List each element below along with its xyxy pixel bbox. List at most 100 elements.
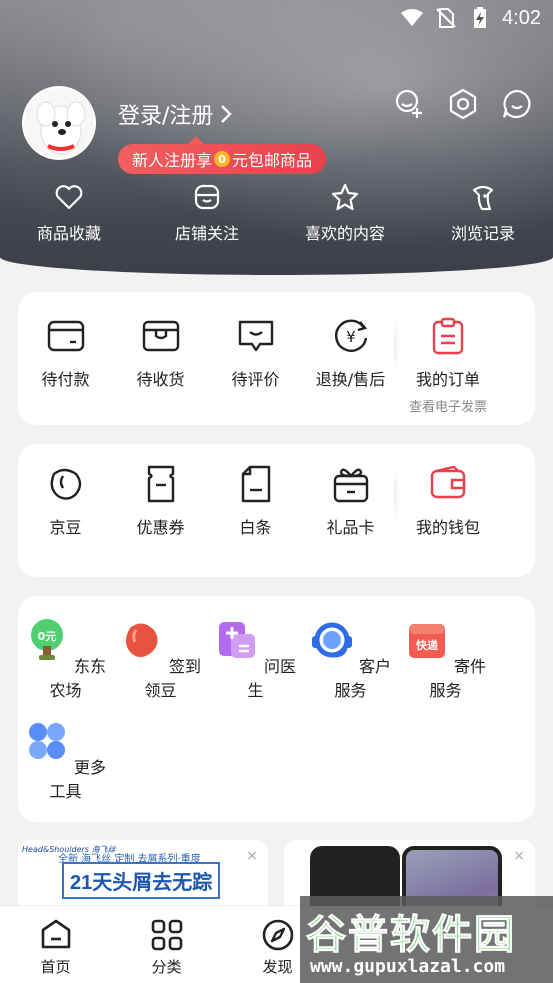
e-invoice-link[interactable]: 查看电子发票: [398, 396, 498, 415]
my-wallet-label: 我的钱包: [415, 518, 480, 537]
home-icon: [41, 919, 70, 949]
tool-customer-service[interactable]: 客户服务: [303, 618, 398, 701]
tool-label: 更多工具: [49, 758, 107, 801]
tab-label: 发现: [262, 958, 293, 976]
watermark-overlay: 谷普软件园 www.gupuxlazal.com: [300, 896, 553, 983]
footprint-icon: [472, 185, 494, 211]
quick-link-shops[interactable]: 店铺关注: [138, 182, 276, 244]
tool-label: 问医生: [247, 657, 297, 700]
bean-icon: [50, 468, 81, 500]
quick-links: 商品收藏 店铺关注 喜欢的内容 浏览记录: [0, 182, 553, 244]
quick-link-history[interactable]: 浏览记录: [414, 182, 552, 244]
gift-card-icon: [333, 468, 368, 503]
order-label: 待付款: [41, 370, 90, 389]
tool-label: 寄件服务: [429, 657, 487, 700]
ad-close-icon[interactable]: ×: [513, 848, 525, 864]
my-orders[interactable]: 我的订单 查看电子发票: [394, 316, 498, 415]
quick-link-label: 浏览记录: [450, 224, 515, 243]
promo-suffix: 元包邮商品: [232, 151, 313, 170]
tool-more[interactable]: 更多工具: [18, 719, 113, 802]
my-wallet[interactable]: 我的钱包: [394, 464, 498, 538]
asset-baitiao[interactable]: 白条: [208, 464, 303, 538]
asset-jingdou[interactable]: 京豆: [18, 464, 113, 538]
my-orders-label: 我的订单: [415, 370, 480, 389]
promo-coin: 0: [214, 151, 231, 167]
category-icon: [151, 919, 182, 951]
order-refund-aftersale[interactable]: ¥ 退换/售后: [303, 316, 398, 415]
tool-label: 客户服务: [334, 657, 392, 700]
watermark-url: www.gupuxlazal.com: [310, 956, 506, 977]
tree-icon: 0元: [30, 619, 63, 660]
compass-icon: [262, 919, 293, 951]
order-label: 待收货: [136, 370, 185, 389]
promo-prefix: 新人注册享: [132, 151, 213, 170]
asset-coupons[interactable]: 优惠券: [113, 464, 208, 538]
ad-headline: 21天头屑去无踪: [62, 862, 221, 899]
parcel-icon: 快递: [408, 624, 445, 658]
order-pending-payment[interactable]: 待付款: [18, 316, 113, 415]
battery-charging-icon: [474, 7, 487, 28]
wallet-red-icon: [430, 465, 466, 499]
quick-link-favorites[interactable]: 商品收藏: [0, 182, 138, 244]
avatar[interactable]: [22, 86, 96, 160]
assets-card: 京豆 优惠券 白条 礼品卡 我的钱包: [18, 444, 535, 577]
wallet-icon: [47, 320, 84, 352]
ad-close-icon[interactable]: ×: [246, 848, 258, 864]
quick-link-liked-content[interactable]: 喜欢的内容: [276, 182, 414, 244]
more-tools-icon: [28, 723, 65, 759]
box-icon: [142, 320, 179, 352]
asset-label: 优惠券: [136, 518, 185, 537]
quick-link-label: 喜欢的内容: [304, 224, 385, 243]
orders-card: 待付款 待收货 待评价 ¥ 退换/售后 我的订单 查看电子发票: [18, 292, 535, 425]
express-badge: 快递: [415, 638, 438, 652]
login-label: 登录/注册: [118, 104, 214, 129]
asset-label: 礼品卡: [326, 518, 375, 537]
tab-category[interactable]: 分类: [111, 906, 222, 983]
order-pending-receipt[interactable]: 待收货: [113, 316, 208, 415]
tool-label: 东东农场: [49, 657, 107, 700]
chevron-right-icon: [221, 105, 233, 123]
medical-icon: [218, 622, 255, 658]
coupon-icon: [147, 465, 174, 503]
refund-icon: ¥: [334, 319, 367, 352]
status-time: 4:02: [502, 6, 541, 29]
tab-home[interactable]: 首页: [0, 906, 111, 983]
settings-icon[interactable]: [447, 88, 479, 120]
tool-doctor[interactable]: 问医生: [208, 618, 303, 701]
svg-text:¥: ¥: [346, 328, 356, 346]
farm-badge: 0元: [38, 630, 57, 643]
message-icon[interactable]: [501, 88, 533, 120]
comment-icon: [238, 320, 273, 352]
wifi-icon: [401, 9, 424, 26]
shop-icon: [194, 184, 220, 210]
new-user-promo-badge[interactable]: 新人注册享 0 元包邮商品: [118, 136, 327, 174]
order-label: 待评价: [231, 370, 280, 389]
quick-link-label: 店铺关注: [174, 224, 239, 243]
asset-label: 京豆: [49, 518, 82, 537]
tab-label: 分类: [151, 958, 182, 976]
heart-icon: [55, 185, 83, 210]
watermark-title: 谷普软件园: [306, 912, 516, 959]
status-bar: 4:02: [400, 6, 541, 30]
asset-label: 白条: [239, 518, 272, 537]
tab-label: 首页: [40, 958, 71, 976]
mascot-avatar-icon: [24, 88, 94, 158]
tool-express[interactable]: 快递 寄件服务: [398, 618, 493, 701]
header-actions: [393, 88, 533, 120]
ious-icon: [241, 465, 270, 503]
tool-farm[interactable]: 0元 东东农场: [18, 618, 113, 701]
profile-header: 4:02 登录/注册 新人注册享 0 元包邮商品 商品收藏 店铺关注 喜欢的内容…: [0, 0, 553, 275]
quick-link-label: 商品收藏: [36, 224, 101, 243]
tool-checkin[interactable]: 签到领豆: [113, 618, 208, 701]
order-pending-review[interactable]: 待评价: [208, 316, 303, 415]
add-friend-icon[interactable]: [393, 88, 425, 120]
star-icon: [331, 183, 359, 211]
tools-card: 0元 东东农场 签到领豆 问医生 客户服务 快递 寄件服务 更多工具: [18, 596, 535, 822]
clipboard-icon: [432, 317, 464, 355]
login-register-link[interactable]: 登录/注册: [118, 98, 233, 130]
headset-icon: [311, 622, 352, 658]
no-sim-icon: [436, 8, 456, 28]
order-label: 退换/售后: [315, 370, 386, 389]
red-bean-icon: [125, 623, 158, 657]
asset-gift-card[interactable]: 礼品卡: [303, 464, 398, 538]
